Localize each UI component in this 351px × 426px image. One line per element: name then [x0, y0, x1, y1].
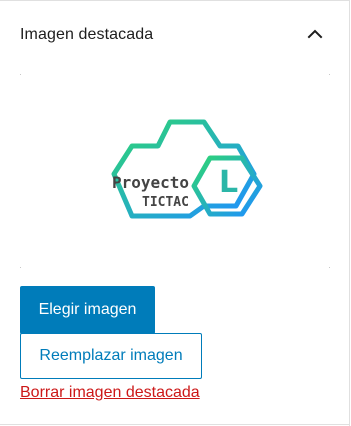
logo-text-line1: Proyecto	[112, 173, 189, 192]
preview-corner	[329, 74, 330, 75]
featured-image-panel: Imagen destacada Proyecto TICTAC L Elegi…	[0, 0, 350, 426]
bottom-divider	[0, 424, 350, 425]
replace-image-button[interactable]: Reemplazar imagen	[20, 333, 202, 379]
preview-corner	[20, 74, 21, 75]
chevron-up-icon[interactable]	[304, 23, 326, 45]
logo-letter: L	[219, 165, 238, 200]
remove-image-link[interactable]: Borrar imagen destacada	[20, 383, 200, 403]
panel-title: Imagen destacada	[20, 26, 154, 43]
featured-image-preview[interactable]: Proyecto TICTAC L	[20, 74, 330, 268]
panel-header-toggle[interactable]: Imagen destacada	[0, 1, 349, 67]
preview-corner	[20, 267, 21, 268]
choose-image-button[interactable]: Elegir imagen	[20, 286, 155, 334]
proyecto-tictac-logo: Proyecto TICTAC L	[111, 119, 263, 219]
logo-text-line2: TICTAC	[142, 195, 189, 210]
preview-corner	[329, 267, 330, 268]
